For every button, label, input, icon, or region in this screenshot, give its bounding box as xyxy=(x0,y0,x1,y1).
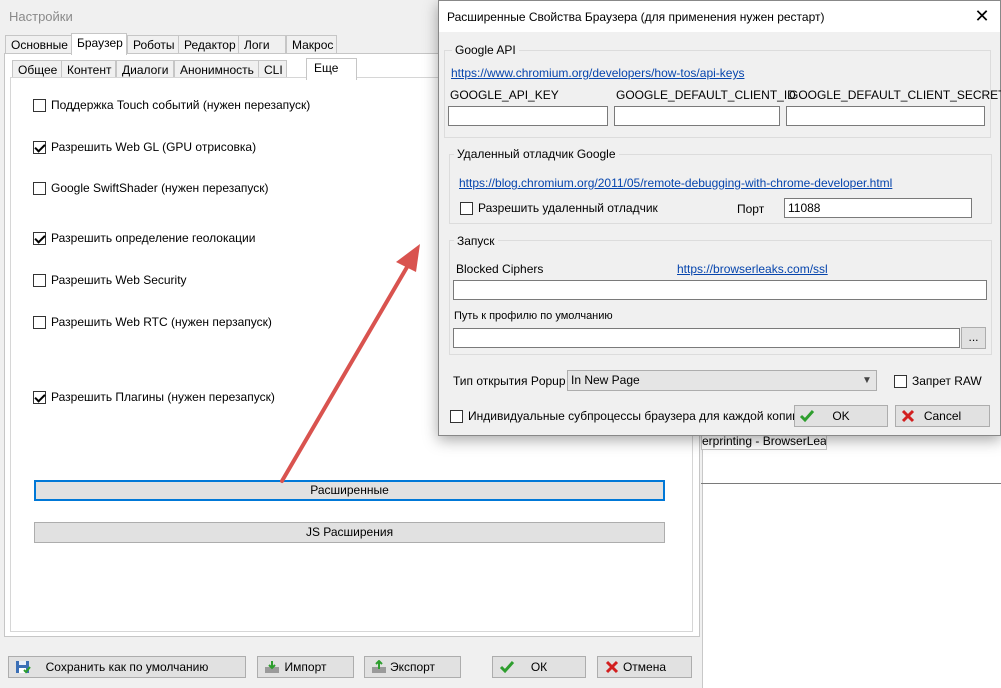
checkbox-box[interactable] xyxy=(460,201,473,215)
tab-logs[interactable]: Логи xyxy=(238,35,286,55)
ok-label: ОК xyxy=(530,660,548,674)
advanced-button[interactable]: Расширенные xyxy=(34,480,665,501)
import-button[interactable]: Импорт xyxy=(257,656,354,678)
tab-browser[interactable]: Браузер xyxy=(71,33,127,55)
tab-robots[interactable]: Роботы xyxy=(127,35,179,55)
profile-path-label: Путь к профилю по умолчанию xyxy=(454,310,613,322)
checkbox-box[interactable] xyxy=(33,315,46,329)
tab-main[interactable]: Основные xyxy=(5,35,72,55)
browse-button[interactable]: ... xyxy=(961,327,986,349)
launch-group-label: Запуск xyxy=(454,234,498,248)
save-default-button[interactable]: Сохранить как по умолчанию xyxy=(8,656,246,678)
checkbox-label: Google SwiftShader (нужен перезапуск) xyxy=(51,181,269,195)
checkbox-label: Разрешить удаленный отладчик xyxy=(478,201,658,215)
dialog-ok-button[interactable]: OK xyxy=(794,405,888,427)
dialog-ok-label: OK xyxy=(832,409,850,423)
check-icon xyxy=(499,661,515,674)
api-keys-link[interactable]: https://www.chromium.org/developers/how-… xyxy=(451,66,744,80)
cancel-label: Отмена xyxy=(622,660,667,674)
google-api-key-input[interactable] xyxy=(448,106,608,126)
port-input[interactable]: 11088 xyxy=(784,198,972,218)
chevron-down-icon: ▼ xyxy=(862,375,872,386)
export-icon xyxy=(372,660,386,673)
popup-type-label: Тип открытия Popup xyxy=(453,374,566,388)
save-icon xyxy=(16,661,31,674)
checkbox-label: Разрешить Web RTC (нужен перзапуск) xyxy=(51,315,272,329)
touch-events-checkbox[interactable]: Поддержка Touch событий (нужен перезапус… xyxy=(33,98,310,112)
individual-subprocess-checkbox[interactable]: Индивидуальные субпроцессы браузера для … xyxy=(450,409,799,423)
profile-path-input[interactable] xyxy=(453,328,960,348)
swiftshader-checkbox[interactable]: Google SwiftShader (нужен перезапуск) xyxy=(33,181,269,195)
tab-macro[interactable]: Макрос xyxy=(286,35,337,55)
advanced-properties-dialog: Расширенные Свойства Браузера (для приме… xyxy=(438,0,1001,436)
checkbox-box[interactable] xyxy=(33,181,46,195)
web-rtc-checkbox[interactable]: Разрешить Web RTC (нужен перзапуск) xyxy=(33,315,272,329)
allow-remote-debugger-checkbox[interactable]: Разрешить удаленный отладчик xyxy=(460,201,658,215)
google-client-secret-input[interactable] xyxy=(786,106,985,126)
raw-ban-checkbox[interactable]: Запрет RAW xyxy=(894,374,982,388)
cancel-button[interactable]: Отмена xyxy=(597,656,692,678)
checkbox-box[interactable] xyxy=(33,140,46,154)
close-icon[interactable]: ✕ xyxy=(970,4,994,28)
geolocation-checkbox[interactable]: Разрешить определение геолокации xyxy=(33,231,255,245)
blocked-ciphers-input[interactable] xyxy=(453,280,987,300)
checkbox-label: Индивидуальные субпроцессы браузера для … xyxy=(468,409,799,423)
checkbox-label: Запрет RAW xyxy=(912,374,982,388)
import-icon xyxy=(265,661,279,673)
remote-debugger-group-label: Удаленный отладчик Google xyxy=(454,147,619,161)
dialog-cancel-label: Cancel xyxy=(923,409,962,423)
dialog-cancel-button[interactable]: Cancel xyxy=(895,405,990,427)
browserleaks-ssl-link[interactable]: https://browserleaks.com/ssl xyxy=(677,262,828,276)
checkbox-box[interactable] xyxy=(33,98,46,112)
google-client-id-input[interactable] xyxy=(614,106,780,126)
plugins-checkbox[interactable]: Разрешить Плагины (нужен перезапуск) xyxy=(33,390,275,404)
checkbox-label: Разрешить определение геолокации xyxy=(51,231,256,245)
google-api-key-label: GOOGLE_API_KEY xyxy=(450,88,559,102)
export-button[interactable]: Экспорт xyxy=(364,656,461,678)
popup-type-value: In New Page xyxy=(571,373,640,387)
check-icon xyxy=(799,410,815,423)
save-default-label: Сохранить как по умолчанию xyxy=(45,660,209,674)
close-x-icon xyxy=(901,409,915,423)
checkbox-label: Разрешить Плагины (нужен перезапуск) xyxy=(51,390,275,404)
checkbox-box[interactable] xyxy=(33,273,46,287)
google-client-id-label: GOOGLE_DEFAULT_CLIENT_ID xyxy=(616,88,796,102)
google-client-secret-label: GOOGLE_DEFAULT_CLIENT_SECRET xyxy=(789,88,1001,102)
checkbox-label: Поддержка Touch событий (нужен перезапус… xyxy=(51,98,311,112)
google-api-group-label: Google API xyxy=(452,43,519,57)
popup-type-select[interactable]: In New Page ▼ xyxy=(567,370,877,391)
webgl-checkbox[interactable]: Разрешить Web GL (GPU отрисовка) xyxy=(33,140,256,154)
remote-debugging-link[interactable]: https://blog.chromium.org/2011/05/remote… xyxy=(459,176,892,190)
js-extensions-button[interactable]: JS Расширения xyxy=(34,522,665,543)
checkbox-box[interactable] xyxy=(33,231,46,245)
checkbox-box[interactable] xyxy=(450,409,463,423)
checkbox-label: Разрешить Web GL (GPU отрисовка) xyxy=(51,140,257,154)
checkbox-box[interactable] xyxy=(33,390,46,404)
port-label: Порт xyxy=(737,202,765,216)
web-security-checkbox[interactable]: Разрешить Web Security xyxy=(33,273,187,287)
close-x-icon xyxy=(605,660,619,674)
import-label: Импорт xyxy=(284,660,327,674)
dialog-titlebar: Расширенные Свойства Браузера (для приме… xyxy=(439,1,1000,32)
dialog-title: Расширенные Свойства Браузера (для приме… xyxy=(447,10,825,24)
checkbox-box[interactable] xyxy=(894,374,907,388)
export-label: Экспорт xyxy=(389,660,436,674)
blocked-ciphers-label: Blocked Ciphers xyxy=(456,262,544,276)
tab-editor[interactable]: Редактор xyxy=(178,35,239,55)
background-divider xyxy=(701,483,1001,484)
checkbox-label: Разрешить Web Security xyxy=(51,273,187,287)
ok-button[interactable]: ОК xyxy=(492,656,586,678)
settings-window-title: Настройки xyxy=(9,9,73,24)
subtab-more[interactable]: Еще xyxy=(306,58,357,80)
